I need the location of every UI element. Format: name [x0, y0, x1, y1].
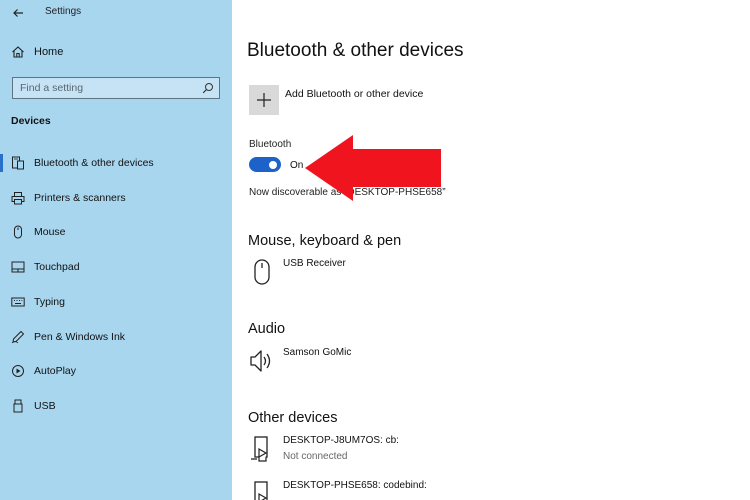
section-other-devices-title: Other devices: [248, 410, 338, 426]
sidebar-item-label: USB: [34, 400, 56, 412]
sidebar-item-label: Touchpad: [34, 261, 80, 273]
toggle-knob: [269, 160, 277, 169]
device-item[interactable]: DESKTOP-J8UM7OS: cb: Not connected: [249, 435, 649, 475]
annotation-arrow-icon: [305, 135, 441, 201]
sidebar-item-usb[interactable]: USB: [0, 393, 232, 419]
add-device-label[interactable]: Add Bluetooth or other device: [285, 88, 423, 100]
search-input[interactable]: [13, 78, 193, 98]
sidebar-item-home[interactable]: Home: [0, 42, 232, 64]
sidebar-item-touchpad[interactable]: Touchpad: [0, 254, 232, 280]
sidebar-item-label: Bluetooth & other devices: [34, 157, 154, 169]
search-icon[interactable]: [202, 82, 214, 94]
usb-icon: [13, 399, 23, 413]
back-button[interactable]: [8, 4, 28, 22]
page-title: Bluetooth & other devices: [247, 40, 464, 61]
device-item[interactable]: Samson GoMic: [249, 347, 649, 387]
sidebar-item-printers[interactable]: Printers & scanners: [0, 185, 232, 211]
device-name: Samson GoMic: [283, 347, 352, 358]
sidebar-item-label: Mouse: [34, 226, 66, 238]
keyboard-icon: [11, 297, 25, 307]
device-name: DESKTOP-J8UM7OS: cb:: [283, 435, 399, 446]
bluetooth-toggle[interactable]: [249, 157, 281, 172]
bluetooth-label: Bluetooth: [249, 139, 292, 150]
home-label: Home: [34, 46, 64, 58]
back-arrow-icon: [13, 9, 23, 17]
sidebar-item-mouse[interactable]: Mouse: [0, 219, 232, 245]
speaker-icon: [250, 350, 271, 372]
device-icon: [254, 481, 268, 500]
mouse-device-icon: [254, 259, 270, 285]
main-panel: Bluetooth & other devices Add Bluetooth …: [232, 0, 750, 500]
sidebar-item-label: Typing: [34, 296, 65, 308]
bluetooth-devices-icon: [12, 156, 24, 170]
title-bar: Settings: [0, 0, 232, 26]
plus-icon: [257, 93, 271, 107]
sidebar-item-label: Printers & scanners: [34, 192, 126, 204]
add-device-button[interactable]: [249, 85, 279, 115]
device-icon: [251, 436, 268, 462]
sidebar-item-label: Pen & Windows Ink: [34, 331, 126, 343]
device-name: DESKTOP-PHSE658: codebind:: [283, 480, 427, 491]
sidebar-item-autoplay[interactable]: AutoPlay: [0, 358, 232, 384]
printer-icon: [11, 192, 25, 205]
sidebar-item-bluetooth[interactable]: Bluetooth & other devices: [0, 150, 232, 176]
pen-icon: [11, 330, 25, 344]
bluetooth-toggle-state: On: [290, 160, 304, 171]
device-item[interactable]: USB Receiver: [249, 258, 649, 298]
device-name: USB Receiver: [283, 258, 346, 269]
device-status: Not connected: [283, 451, 348, 462]
sidebar: Settings Home Devices Bluetooth & other …: [0, 0, 232, 500]
touchpad-icon: [11, 261, 25, 273]
sidebar-item-label: AutoPlay: [34, 365, 77, 377]
sidebar-item-pen[interactable]: Pen & Windows Ink: [0, 324, 232, 350]
section-mouse-keyboard-pen-title: Mouse, keyboard & pen: [248, 233, 402, 249]
home-icon: [12, 46, 24, 58]
search-box[interactable]: [12, 77, 220, 99]
device-item[interactable]: DESKTOP-PHSE658: codebind:: [249, 480, 649, 500]
sidebar-item-typing[interactable]: Typing: [0, 289, 232, 315]
section-audio-title: Audio: [248, 321, 286, 337]
sidebar-section-title: Devices: [11, 115, 51, 127]
app-title: Settings: [45, 6, 82, 17]
autoplay-icon: [12, 365, 24, 377]
mouse-icon: [14, 225, 22, 239]
active-indicator: [0, 154, 3, 172]
